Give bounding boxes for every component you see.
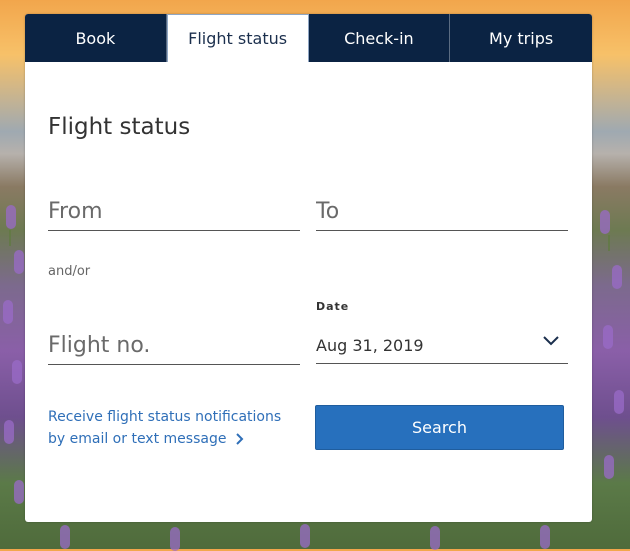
flight-widget: Book Flight status Check-in My trips Fli… — [25, 14, 592, 522]
date-select[interactable]: Aug 31, 2019 — [316, 326, 568, 364]
notifications-link[interactable]: Receive flight status notifications by e… — [48, 406, 298, 450]
tab-check-in[interactable]: Check-in — [308, 14, 451, 62]
flight-number-input[interactable] — [48, 326, 300, 364]
date-label: Date — [316, 300, 350, 313]
date-value: Aug 31, 2019 — [316, 336, 424, 355]
tab-book[interactable]: Book — [25, 14, 167, 62]
to-input[interactable] — [316, 192, 568, 230]
notifications-link-text: Receive flight status notifications by e… — [48, 409, 282, 447]
chevron-down-icon — [543, 336, 559, 346]
tab-flight-status[interactable]: Flight status — [166, 14, 309, 62]
page-title: Flight status — [48, 114, 191, 140]
flight-number-wrapper — [48, 326, 300, 365]
from-input[interactable] — [48, 192, 300, 230]
search-button[interactable]: Search — [315, 405, 564, 450]
andor-label: and/or — [48, 264, 91, 279]
to-field-wrapper — [316, 192, 568, 231]
chevron-right-icon — [236, 433, 244, 445]
tab-my-trips[interactable]: My trips — [450, 14, 592, 62]
tab-bar: Book Flight status Check-in My trips — [25, 14, 592, 62]
from-field-wrapper — [48, 192, 300, 231]
